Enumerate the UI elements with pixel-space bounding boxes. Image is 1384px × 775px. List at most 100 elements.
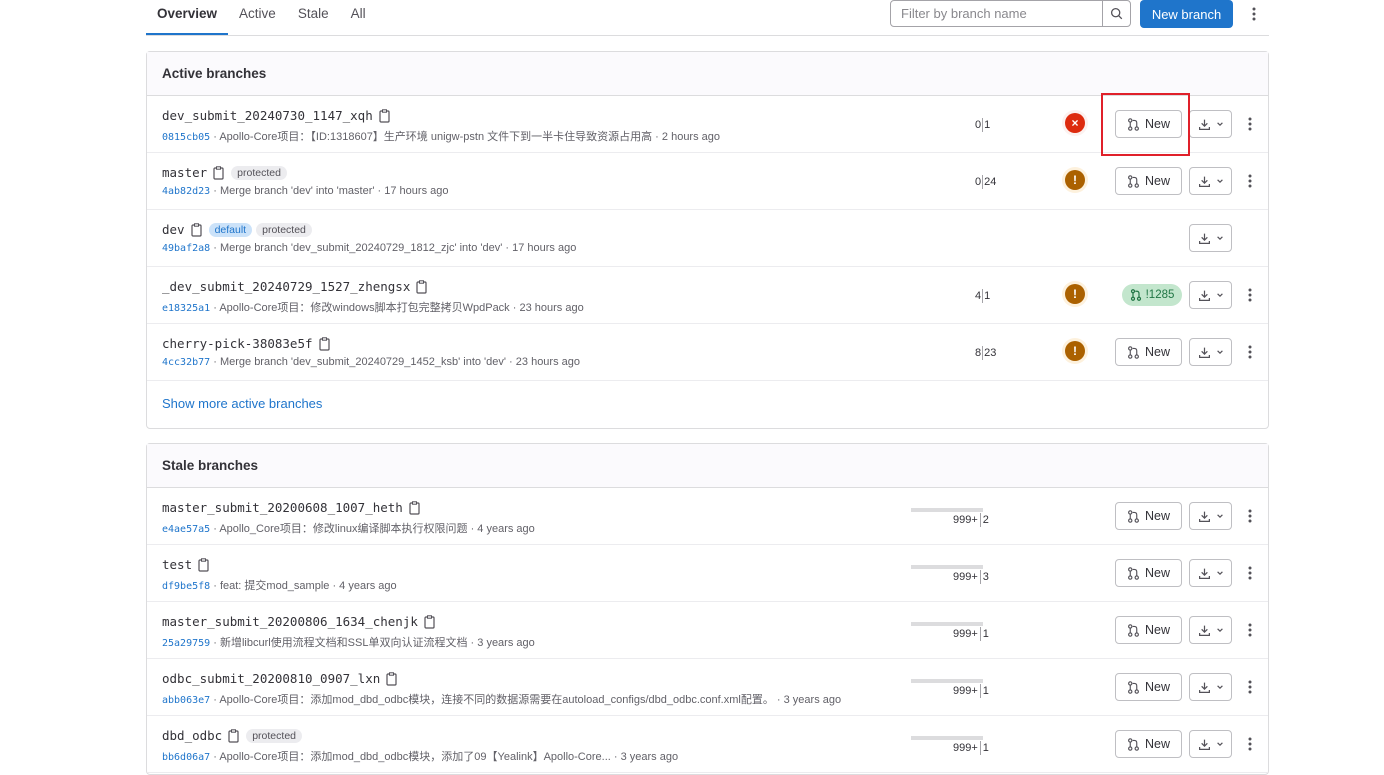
commit-time: 23 hours ago xyxy=(519,302,584,314)
copy-icon[interactable] xyxy=(190,222,203,237)
pipeline-warning-icon[interactable]: ! xyxy=(1065,284,1085,304)
divergence-graph: 999+ 3 xyxy=(953,570,989,584)
branch-link[interactable]: master xyxy=(162,165,207,180)
commit-message[interactable]: Merge branch 'dev' into 'master' xyxy=(220,185,375,197)
branch-name: odbc_submit_20200810_0907_lxn xyxy=(162,671,398,686)
commit-sha[interactable]: 25a29759 xyxy=(162,638,210,649)
download-dropdown[interactable] xyxy=(1189,559,1232,587)
show-more-active-link[interactable]: Show more active branches xyxy=(147,381,1268,427)
commit-message[interactable]: Apollo-Core项目：修改windows脚本打包完整拷贝WpdPack xyxy=(219,302,509,314)
pipeline-warning-icon[interactable]: ! xyxy=(1065,170,1085,190)
branch-actions-icon[interactable] xyxy=(1242,342,1258,362)
branch-row: master_submit_20200608_1007_heth e4ae57a… xyxy=(147,488,1268,545)
download-dropdown[interactable] xyxy=(1189,110,1232,138)
branch-link[interactable]: dev_submit_20240730_1147_xqh xyxy=(162,108,373,123)
new-merge-request-button[interactable]: New xyxy=(1115,559,1182,587)
behind-count: 0 xyxy=(975,176,982,188)
commit-meta: 0815cb05 · Apollo-Core项目：【ID:1318607】生产环… xyxy=(162,131,721,143)
copy-icon[interactable] xyxy=(386,671,398,686)
commit-sha[interactable]: 0815cb05 xyxy=(162,132,210,143)
divergence-graph: 999+ 1 xyxy=(953,684,989,698)
new-merge-request-button[interactable]: New xyxy=(1115,338,1182,366)
branch-link[interactable]: odbc_submit_20200810_0907_lxn xyxy=(162,671,380,686)
commit-sha[interactable]: 4ab82d23 xyxy=(162,186,210,197)
branch-actions-icon[interactable] xyxy=(1242,620,1258,640)
branch-actions-icon[interactable] xyxy=(1242,734,1258,754)
commit-sha[interactable]: 49baf2a8 xyxy=(162,243,210,254)
behind-bar xyxy=(911,736,983,740)
copy-icon[interactable] xyxy=(198,557,210,572)
commit-message[interactable]: Apollo-Core项目：添加mod_dbd_odbc模块，连接不同的数据源需… xyxy=(219,694,774,706)
commit-message[interactable]: Apollo_Core项目：修改linux编译脚本执行权限问题 xyxy=(219,523,467,535)
commit-message[interactable]: 新增libcurl使用流程文档和SSL单双向认证流程文档 xyxy=(220,637,468,649)
branch-link[interactable]: _dev_submit_20240729_1527_zhengsx xyxy=(162,279,410,294)
branch-link[interactable]: master_submit_20200806_1634_chenjk xyxy=(162,614,418,629)
branch-link[interactable]: master_submit_20200608_1007_heth xyxy=(162,500,403,515)
new-branch-button[interactable]: New branch xyxy=(1140,0,1233,28)
new-merge-request-button[interactable]: New xyxy=(1115,616,1182,644)
search-input[interactable] xyxy=(891,1,1102,26)
branch-actions-icon[interactable] xyxy=(1242,114,1258,134)
chevron-down-icon xyxy=(1216,350,1223,355)
copy-icon[interactable] xyxy=(409,500,421,515)
new-merge-request-button[interactable]: New xyxy=(1115,110,1182,138)
active-branches-panel: Active branches dev_submit_20240730_1147… xyxy=(146,51,1269,429)
commit-sha[interactable]: e4ae57a5 xyxy=(162,524,210,535)
copy-icon[interactable] xyxy=(318,336,331,351)
download-dropdown[interactable] xyxy=(1189,224,1232,252)
download-dropdown[interactable] xyxy=(1189,616,1232,644)
copy-icon[interactable] xyxy=(416,279,428,294)
commit-message[interactable]: Merge branch 'dev_submit_20240729_1452_k… xyxy=(220,356,506,368)
commit-sha[interactable]: e18325a1 xyxy=(162,303,210,314)
copy-icon[interactable] xyxy=(213,165,225,180)
download-dropdown[interactable] xyxy=(1189,502,1232,530)
behind-bar xyxy=(911,679,983,683)
commit-message[interactable]: Merge branch 'dev_submit_20240729_1812_z… xyxy=(220,242,502,254)
branch-actions-icon[interactable] xyxy=(1242,563,1258,583)
commit-time: 2 hours ago xyxy=(661,131,721,143)
branch-link[interactable]: dbd_odbc xyxy=(162,728,222,743)
behind-bar xyxy=(911,622,983,626)
chevron-down-icon xyxy=(1216,179,1223,184)
search-button[interactable] xyxy=(1102,1,1130,26)
branch-link[interactable]: dev xyxy=(162,222,185,237)
branch-actions-icon[interactable] xyxy=(1242,285,1258,305)
more-actions-icon[interactable] xyxy=(1246,4,1262,24)
branch-name: dev default protected xyxy=(162,222,312,237)
pipeline-warning-icon[interactable]: ! xyxy=(1065,341,1085,361)
tab-overview[interactable]: Overview xyxy=(146,0,229,35)
tab-all[interactable]: All xyxy=(340,0,377,33)
behind-count: 0 xyxy=(975,119,982,131)
download-icon xyxy=(1198,739,1210,750)
pipeline-failed-icon[interactable]: × xyxy=(1065,113,1085,133)
copy-icon[interactable] xyxy=(424,614,436,629)
new-label: New xyxy=(1144,680,1170,694)
download-icon xyxy=(1198,511,1210,522)
new-merge-request-button[interactable]: New xyxy=(1115,502,1182,530)
branch-row: cherry-pick-38083e5f 4cc32b77 · Merge br… xyxy=(147,324,1268,381)
commit-message[interactable]: feat: 提交mod_sample xyxy=(220,580,329,592)
branch-link[interactable]: cherry-pick-38083e5f xyxy=(162,336,313,351)
new-merge-request-button[interactable]: New xyxy=(1115,673,1182,701)
divergence-graph: 01 xyxy=(975,118,990,132)
copy-icon[interactable] xyxy=(228,728,240,743)
merge-request-badge[interactable]: !1285 xyxy=(1122,284,1182,306)
commit-sha[interactable]: abb063e7 xyxy=(162,695,210,706)
commit-sha[interactable]: 4cc32b77 xyxy=(162,357,210,368)
commit-sha[interactable]: df9be5f8 xyxy=(162,581,210,592)
branch-actions-icon[interactable] xyxy=(1242,677,1258,697)
behind-count: 999+ xyxy=(953,571,978,583)
new-merge-request-button[interactable]: New xyxy=(1115,167,1182,195)
download-dropdown[interactable] xyxy=(1189,338,1232,366)
download-dropdown[interactable] xyxy=(1189,673,1232,701)
branch-link[interactable]: test xyxy=(162,557,192,572)
download-dropdown[interactable] xyxy=(1189,281,1232,309)
branch-actions-icon[interactable] xyxy=(1242,506,1258,526)
tab-stale[interactable]: Stale xyxy=(287,0,340,33)
commit-message[interactable]: Apollo-Core项目：【ID:1318607】生产环境 unigw-pst… xyxy=(219,131,652,143)
branch-actions-icon[interactable] xyxy=(1242,171,1258,191)
tab-active[interactable]: Active xyxy=(228,0,287,33)
commit-message[interactable]: Apollo-Core项目：添加mod_dbd_odbc模块，添加了09【Yea… xyxy=(219,751,610,763)
copy-icon[interactable] xyxy=(379,108,391,123)
download-dropdown[interactable] xyxy=(1189,167,1232,195)
